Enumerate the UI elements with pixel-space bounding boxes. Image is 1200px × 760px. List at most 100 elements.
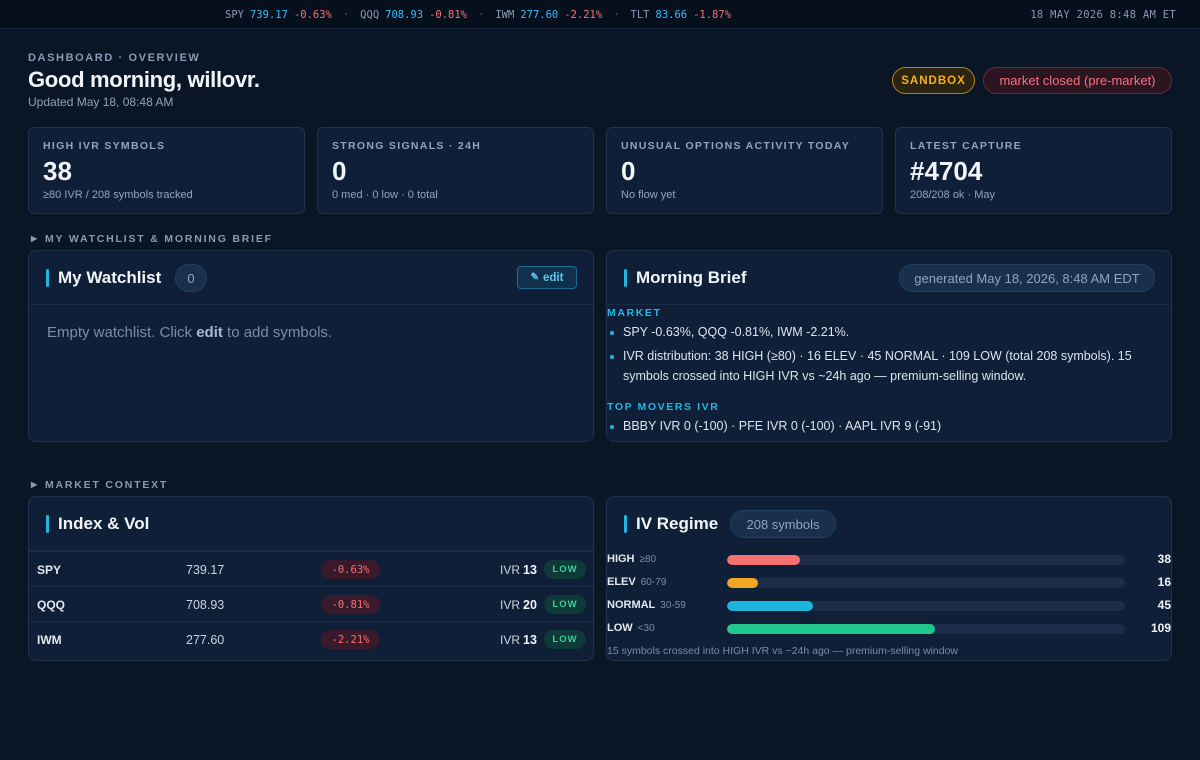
panel-header: IV Regime 208 symbols — [607, 497, 1171, 551]
regime-range: 60-79 — [640, 577, 667, 588]
regime-bar-track — [727, 555, 1125, 565]
panel-header: Index & Vol — [29, 497, 593, 551]
ticker-item-iwm[interactable]: IWM 277.60 -2.21% — [495, 9, 602, 21]
table-row[interactable]: QQQ 708.93 -0.81% IVR 20 LOW — [29, 586, 593, 621]
regime-name: ELEV 60-79 — [607, 576, 666, 588]
brief-movers-heading: TOP MOVERS IVR — [607, 401, 720, 413]
section-toggle-watchlist-brief[interactable]: ▶ MY WATCHLIST & MORNING BRIEF — [31, 233, 273, 245]
stat-subtext: 208/208 ok · May — [910, 189, 995, 201]
iv-regime-row-elev[interactable]: ELEV 60-79 16 — [607, 575, 1171, 591]
row-symbol: IWM — [37, 633, 62, 647]
regime-count: 109 — [1150, 621, 1171, 635]
stat-label: STRONG SIGNALS · 24H — [332, 140, 482, 152]
row-price: 708.93 — [186, 598, 225, 612]
table-row[interactable]: IWM 277.60 -2.21% IVR 13 LOW — [29, 621, 593, 656]
market-status-badge: market closed (pre-market) — [983, 67, 1172, 94]
regime-bar-track — [727, 578, 1125, 588]
empty-text: to add symbols. — [222, 324, 333, 341]
regime-name: NORMAL 30-59 — [607, 599, 686, 611]
row-change-badge: -0.81% — [321, 595, 380, 614]
stat-card-strong-signals[interactable]: STRONG SIGNALS · 24H 0 0 med · 0 low · 0… — [317, 127, 594, 214]
watchlist-count-badge: 0 — [175, 264, 207, 292]
ticker-change: -2.21% — [564, 9, 603, 21]
regime-range: ≥80 — [639, 554, 657, 565]
row-price: 739.17 — [186, 563, 225, 577]
panel-header: Morning Brief generated May 18, 2026, 8:… — [607, 251, 1171, 305]
stat-card-unusual-options[interactable]: UNUSUAL OPTIONS ACTIVITY TODAY 0 No flow… — [606, 127, 883, 214]
ivr-level-badge: LOW — [544, 595, 586, 614]
edit-watchlist-button[interactable]: ✎ edit — [517, 266, 577, 289]
regime-name: LOW <30 — [607, 622, 655, 634]
iv-regime-panel: IV Regime 208 symbols HIGH ≥80 38 ELEV 60-79… — [606, 496, 1172, 661]
ticker-separator: · — [613, 9, 620, 21]
regime-bar-track — [727, 601, 1125, 611]
page-title: Good morning, willovr. — [28, 67, 260, 92]
ticker-bar: SPY 739.17 -0.63% · QQQ 708.93 -0.81% · … — [0, 0, 1200, 29]
regime-bar-fill — [727, 555, 800, 565]
panel-header: My Watchlist 0 ✎ edit — [29, 251, 593, 305]
stat-value: 0 — [332, 156, 347, 186]
panel-title: Morning Brief — [624, 268, 747, 288]
ticker-item-tlt[interactable]: TLT 83.66 -1.87% — [631, 9, 732, 21]
ivr-value: 20 — [523, 598, 537, 612]
ivr-level-badge: LOW — [544, 560, 586, 579]
ticker-change: -1.87% — [693, 9, 732, 21]
ticker-change: -0.63% — [293, 9, 332, 21]
caret-right-icon: ▶ — [31, 480, 39, 489]
ticker-price: 83.66 — [655, 9, 688, 21]
regime-label: NORMAL — [607, 599, 656, 611]
iv-regime-row-low[interactable]: LOW <30 109 — [607, 621, 1171, 637]
row-symbol: QQQ — [37, 598, 66, 612]
stat-label: LATEST CAPTURE — [910, 140, 1022, 152]
ticker-price: 708.93 — [385, 9, 424, 21]
panel-title: IV Regime — [624, 514, 718, 534]
ivr-value: 13 — [523, 633, 537, 647]
ticker-separator: · — [342, 9, 350, 21]
ticker-symbol: IWM — [495, 9, 515, 21]
stat-value: #4704 — [910, 156, 983, 186]
generated-timestamp-badge: generated May 18, 2026, 8:48 AM EDT — [899, 264, 1155, 292]
ticker-symbol: QQQ — [360, 9, 380, 21]
regime-bar-fill — [727, 624, 936, 634]
table-row[interactable]: SPY 739.17 -0.63% IVR 13 LOW — [29, 551, 593, 586]
ticker-item-spy[interactable]: SPY 739.17 -0.63% — [225, 9, 332, 21]
ivr-label: IVR — [500, 563, 521, 577]
ivr-label: IVR — [500, 598, 521, 612]
pencil-icon: ✎ — [530, 272, 539, 283]
caret-right-icon: ▶ — [31, 234, 39, 243]
row-ivr: IVR 13 — [500, 633, 537, 647]
regime-label: HIGH — [607, 553, 635, 565]
row-change-badge: -0.63% — [321, 560, 380, 579]
brief-market-heading: MARKET — [607, 307, 662, 319]
stat-card-latest-capture[interactable]: LATEST CAPTURE #4704 208/208 ok · May — [895, 127, 1172, 214]
regime-bar-fill — [727, 578, 758, 588]
section-toggle-market-context[interactable]: ▶ MARKET CONTEXT — [31, 479, 168, 491]
stat-card-high-ivr[interactable]: HIGH IVR SYMBOLS 38 ≥80 IVR / 208 symbol… — [28, 127, 305, 214]
brief-list-item: SPY -0.63%, QQQ -0.81%, IWM -2.21%. — [610, 323, 1163, 343]
ticker-symbol: TLT — [630, 9, 650, 21]
edit-label: edit — [542, 271, 564, 284]
regime-range: 30-59 — [660, 600, 686, 611]
section-label: MY WATCHLIST & MORNING BRIEF — [44, 233, 273, 245]
ticker-item-qqq[interactable]: QQQ 708.93 -0.81% — [360, 9, 467, 21]
regime-label: ELEV — [607, 576, 636, 588]
regime-count: 16 — [1157, 575, 1171, 589]
row-change-badge: -2.21% — [321, 630, 380, 649]
empty-text: Empty watchlist. Click — [47, 324, 197, 341]
stat-label: UNUSUAL OPTIONS ACTIVITY TODAY — [621, 140, 850, 152]
ivr-level-badge: LOW — [544, 630, 586, 649]
regime-bar-fill — [727, 601, 813, 611]
ticker-symbol: SPY — [225, 9, 244, 21]
stat-label: HIGH IVR SYMBOLS — [43, 140, 166, 152]
watchlist-panel: My Watchlist 0 ✎ edit Empty watchlist. Cl… — [28, 250, 594, 442]
brief-list-item: IVR distribution: 38 HIGH (≥80) · 16 ELE… — [610, 347, 1163, 386]
regime-count: 38 — [1157, 552, 1171, 566]
iv-regime-row-high[interactable]: HIGH ≥80 38 — [607, 552, 1171, 568]
edit-link[interactable]: edit — [196, 324, 223, 341]
stat-value: 38 — [43, 156, 72, 186]
ivr-value: 13 — [523, 563, 537, 577]
iv-regime-row-normal[interactable]: NORMAL 30-59 45 — [607, 598, 1171, 614]
ticker-price: 739.17 — [249, 9, 288, 21]
ticker-items: SPY 739.17 -0.63% · QQQ 708.93 -0.81% · … — [225, 9, 731, 21]
panel-title: My Watchlist — [46, 268, 161, 288]
